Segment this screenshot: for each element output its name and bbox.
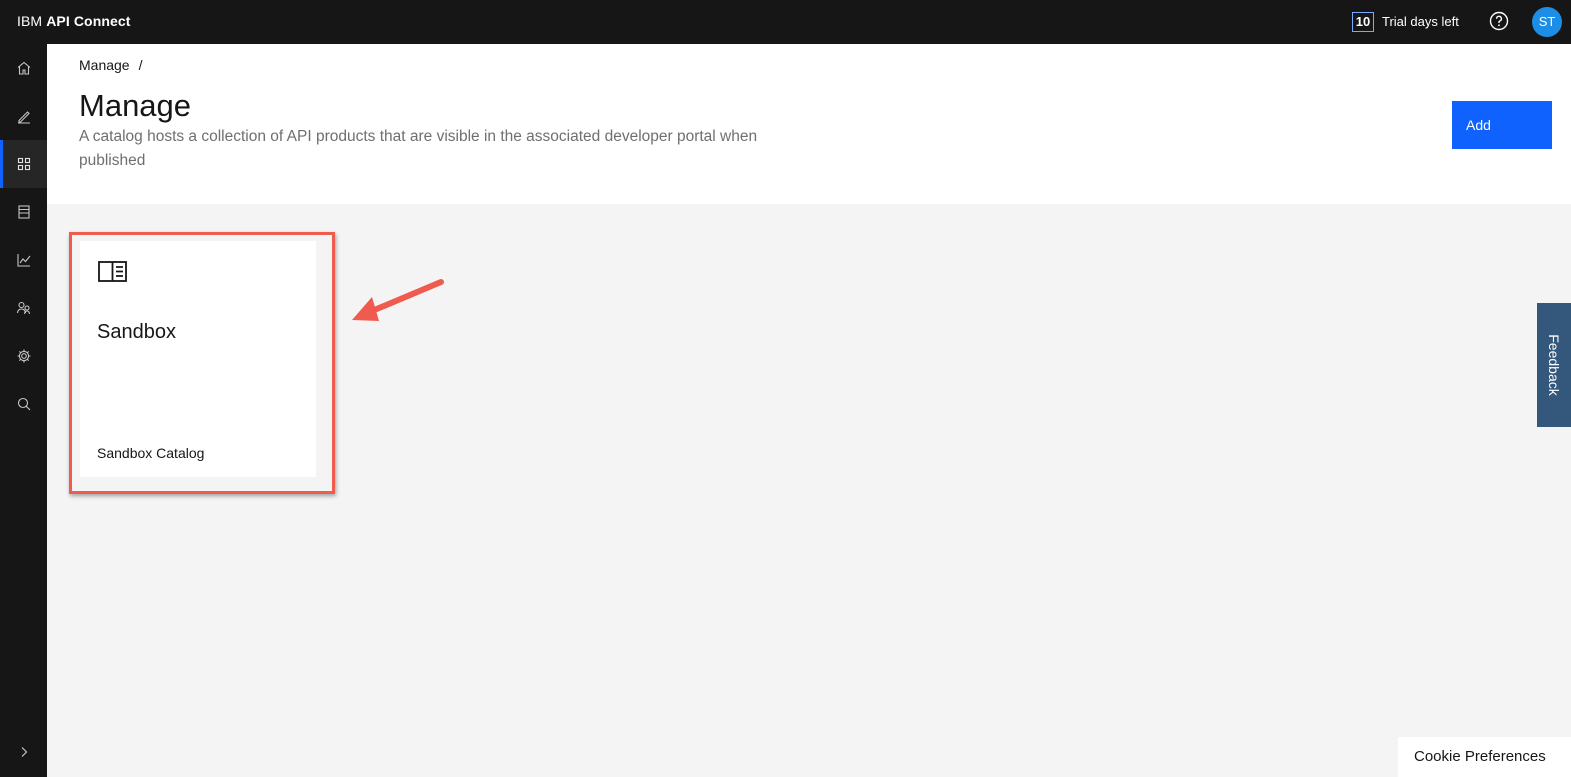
side-nav: [0, 44, 47, 777]
edit-icon: [17, 111, 30, 124]
nav-home[interactable]: [0, 44, 47, 92]
settings-icon: [17, 349, 30, 363]
catalog-title: Sandbox: [97, 321, 176, 343]
top-bar: IBM API Connect 10 Trial days left ST: [0, 0, 1571, 44]
nav-expand[interactable]: [0, 728, 47, 776]
feedback-tab[interactable]: Feedback: [1537, 303, 1571, 427]
nav-members[interactable]: [0, 284, 47, 332]
search-icon: [17, 397, 30, 411]
cookie-preferences-button[interactable]: Cookie Preferences: [1398, 737, 1571, 777]
breadcrumb-link-manage[interactable]: Manage: [79, 57, 130, 73]
catalog-icon: [98, 261, 127, 282]
add-button[interactable]: Add: [1452, 101, 1552, 149]
page-title: Manage: [79, 88, 192, 123]
catalog-subtitle: Sandbox Catalog: [97, 445, 205, 461]
breadcrumb-separator: /: [138, 57, 143, 73]
nav-analytics[interactable]: [0, 236, 47, 284]
breadcrumb: Manage /: [79, 57, 142, 73]
chevron-right-icon: [21, 747, 27, 757]
brand-logo[interactable]: IBM API Connect: [17, 13, 131, 29]
help-icon[interactable]: [1489, 11, 1509, 31]
trial-days-label: Trial days left: [1382, 14, 1459, 29]
analytics-icon: [16, 254, 30, 267]
nav-archive[interactable]: [0, 188, 47, 236]
home-icon: [17, 61, 30, 75]
archive-icon: [17, 205, 30, 219]
feedback-label: Feedback: [1546, 334, 1562, 396]
brand-name: API Connect: [46, 13, 131, 29]
user-avatar[interactable]: ST: [1532, 7, 1562, 37]
annotation-arrow-icon: [352, 279, 444, 321]
trial-days-badge: 10: [1352, 12, 1374, 32]
page-description: A catalog hosts a collection of API prod…: [79, 128, 758, 169]
brand-prefix: IBM: [17, 13, 43, 29]
catalog-card[interactable]: Sandbox Sandbox Catalog: [80, 241, 316, 477]
users-icon: [16, 301, 30, 315]
nav-manage[interactable]: [0, 140, 47, 188]
nav-search[interactable]: [0, 380, 47, 428]
nav-develop[interactable]: [0, 92, 47, 140]
grid-icon: [17, 157, 30, 171]
page-header: Manage / Manage A catalog hosts a collect…: [47, 44, 1571, 204]
nav-settings[interactable]: [0, 332, 47, 380]
